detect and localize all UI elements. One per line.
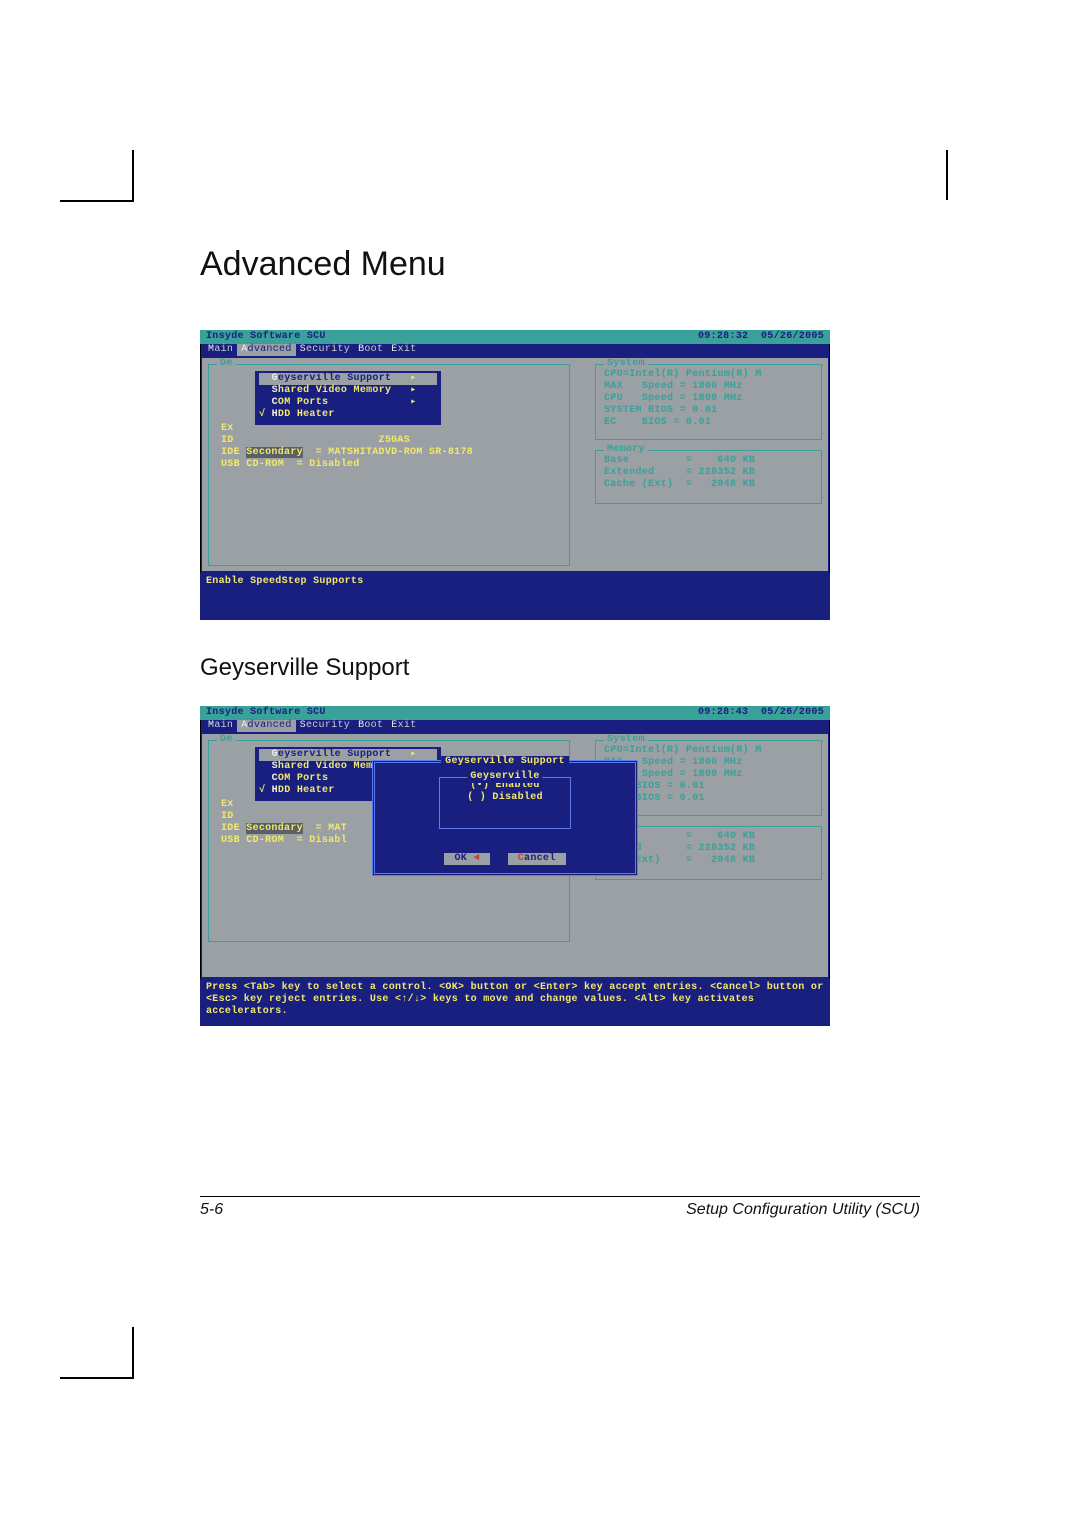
- bios-screenshot-2: Insyde Software SCU 09:28:43 05/26/2005 …: [200, 706, 830, 1026]
- submenu-geyserville-support[interactable]: Geyserville Support ▸: [259, 373, 437, 385]
- bios-left-panel: De ExID Z5GASIDE Secondary = MATSHITADVD…: [208, 364, 570, 566]
- submenu-shared-video-memory[interactable]: Shared Video Memory ▸: [259, 385, 437, 397]
- section-heading: Geyserville Support: [200, 654, 920, 682]
- bios-menubar[interactable]: MainAdvancedSecurityBootExit: [200, 720, 830, 734]
- crop-mark: [946, 150, 948, 200]
- bios-header: Insyde Software SCU 09:28:32 05/26/2005: [200, 330, 830, 344]
- crop-mark: [132, 1327, 134, 1377]
- device-line: ID Z5GAS: [221, 435, 561, 447]
- enter-arrow-icon: ◄: [473, 853, 479, 864]
- menubar-main[interactable]: Main: [204, 344, 237, 356]
- info-line: CPU=Intel(R) Pentium(R) M: [604, 745, 815, 757]
- menubar-exit[interactable]: Exit: [387, 720, 420, 732]
- menubar-advanced[interactable]: Advanced: [237, 720, 295, 732]
- bios-header: Insyde Software SCU 09:28:43 05/26/2005: [200, 706, 830, 720]
- menubar-exit[interactable]: Exit: [387, 344, 420, 356]
- bios-work-area: De ExID Z5GASIDE Secondary = MATSHITADVD…: [202, 358, 828, 571]
- menubar-advanced[interactable]: Advanced: [237, 344, 295, 356]
- bios-header-datetime: 09:28:32 05/26/2005: [698, 331, 824, 343]
- info-line: SYSTEM BIOS = 0.01: [604, 405, 815, 417]
- radio-group-title: Geyserville: [467, 771, 542, 783]
- advanced-submenu[interactable]: Geyserville Support ▸ Shared Video Memor…: [255, 371, 441, 425]
- geyserville-dialog: Geyserville Support Geyserville (•) Enab…: [372, 760, 638, 876]
- radio-disabled[interactable]: ( ) Disabled: [440, 792, 570, 804]
- info-line: Extended = 228352 KB: [604, 467, 815, 479]
- dialog-buttons: OK ◄ Cancel: [375, 853, 635, 865]
- bios-header-title: Insyde Software SCU: [206, 331, 326, 343]
- bios-header-title: Insyde Software SCU: [206, 707, 326, 719]
- ok-button[interactable]: OK ◄: [444, 853, 489, 865]
- crop-mark: [60, 200, 134, 202]
- memory-info-text: Base = 640 KBExtended = 228352 KBCache (…: [604, 455, 815, 491]
- info-line: MAX Speed = 1800 MHz: [604, 381, 815, 393]
- page-number: 5-6: [200, 1201, 223, 1219]
- menubar-security[interactable]: Security: [296, 344, 354, 356]
- device-line: USB CD-ROM = Disabled: [221, 459, 561, 471]
- bios-header-datetime: 09:28:43 05/26/2005: [698, 707, 824, 719]
- crop-mark: [132, 150, 134, 200]
- info-line: CPU=Intel(R) Pentium(R) M: [604, 369, 815, 381]
- menubar-security[interactable]: Security: [296, 720, 354, 732]
- cancel-button[interactable]: Cancel: [508, 853, 566, 865]
- dialog-title: Geyserville Support: [441, 756, 569, 768]
- bios-menubar[interactable]: MainAdvancedSecurityBootExit: [200, 344, 830, 358]
- bios-left-label: De: [217, 358, 236, 370]
- page-footer: 5-6 Setup Configuration Utility (SCU): [200, 1196, 920, 1219]
- system-info-panel: System CPU=Intel(R) Pentium(R) MMAX Spee…: [595, 364, 822, 440]
- bios-screenshot-1: Insyde Software SCU 09:28:32 05/26/2005 …: [200, 330, 830, 620]
- dialog-radio-group[interactable]: Geyserville (•) Enabled ( ) Disabled: [439, 777, 571, 829]
- crop-mark: [60, 1377, 134, 1379]
- info-line: CPU Speed = 1800 MHz: [604, 393, 815, 405]
- bios-left-label: De: [217, 734, 236, 746]
- info-line: Base = 640 KB: [604, 455, 815, 467]
- info-line: Cache (Ext) = 2048 KB: [604, 479, 815, 491]
- menubar-main[interactable]: Main: [204, 720, 237, 732]
- menubar-boot[interactable]: Boot: [354, 720, 387, 732]
- page-title: Advanced Menu: [200, 245, 920, 284]
- page-body: Advanced Menu Insyde Software SCU 09:28:…: [200, 245, 920, 1026]
- bios-help-bar: Enable SpeedStep Supports: [200, 573, 830, 620]
- memory-info-panel: Memory Base = 640 KBExtended = 228352 KB…: [595, 450, 822, 504]
- bios-work-area: De ExIDIDE Secondary = MATUSB CD-ROM = D…: [202, 734, 828, 977]
- submenu-hdd-heater[interactable]: √ HDD Heater: [259, 409, 437, 421]
- system-info-text: CPU=Intel(R) Pentium(R) MMAX Speed = 180…: [604, 369, 815, 429]
- document-title: Setup Configuration Utility (SCU): [686, 1201, 920, 1219]
- device-line: IDE Secondary = MATSHITADVD-ROM SR-8178: [221, 447, 561, 459]
- submenu-com-ports[interactable]: COM Ports ▸: [259, 397, 437, 409]
- info-line: EC BIOS = 0.01: [604, 417, 815, 429]
- menubar-boot[interactable]: Boot: [354, 344, 387, 356]
- bios-help-bar: Press <Tab> key to select a control. <OK…: [200, 979, 830, 1026]
